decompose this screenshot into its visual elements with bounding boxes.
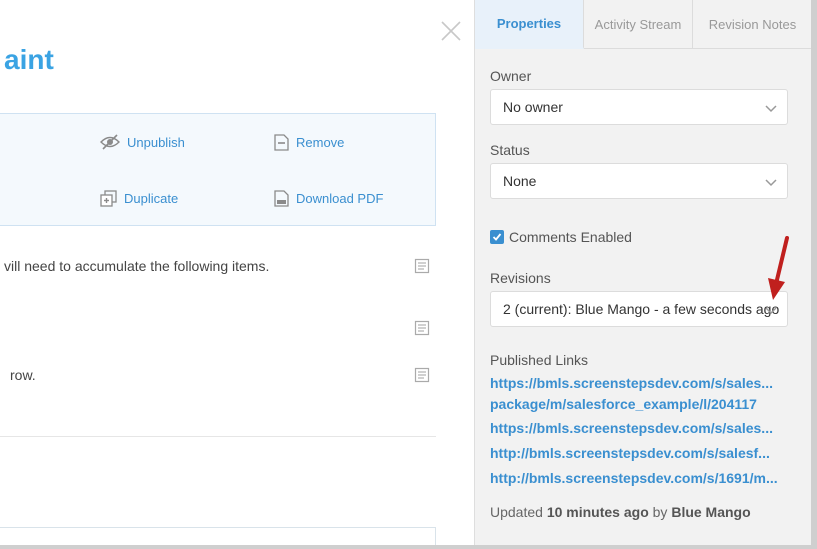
updated-prefix: Updated (490, 504, 543, 520)
comments-enabled-label: Comments Enabled (509, 229, 632, 245)
tab-revision-notes[interactable]: Revision Notes (693, 0, 811, 49)
note-icon[interactable] (414, 320, 430, 336)
owner-label: Owner (490, 68, 532, 84)
revisions-select[interactable]: 2 (current): Blue Mango - a few seconds … (490, 291, 788, 327)
pdf-file-icon (274, 190, 289, 207)
unpublish-label: Unpublish (127, 134, 185, 150)
updated-info: Updated 10 minutes ago by Blue Mango (490, 504, 751, 520)
checkbox-checked-icon (490, 230, 504, 244)
comments-enabled-checkbox[interactable]: Comments Enabled (490, 229, 632, 245)
article-actions: Unpublish Remove Duplicate Download PDF (0, 113, 436, 226)
updated-user: Blue Mango (671, 504, 751, 520)
panel-tabs: Properties Activity Stream Revision Note… (475, 0, 811, 49)
remove-button[interactable]: Remove (274, 134, 344, 151)
editor-pane: aint Unpublish Remove Duplicate Download… (0, 0, 474, 545)
download-pdf-button[interactable]: Download PDF (274, 190, 383, 207)
remove-file-icon (274, 134, 289, 151)
tab-properties[interactable]: Properties (475, 0, 584, 49)
published-link[interactable]: https://bmls.screenstepsdev.com/s/sales.… (490, 375, 790, 391)
red-arrow-icon (768, 236, 789, 300)
page-title: aint (4, 44, 54, 75)
revisions-value: 2 (current): Blue Mango - a few seconds … (503, 301, 780, 317)
chevron-down-icon (765, 307, 777, 315)
duplicate-button[interactable]: Duplicate (100, 190, 178, 207)
status-value: None (503, 173, 537, 189)
chevron-down-icon (765, 105, 777, 113)
download-pdf-label: Download PDF (296, 191, 384, 206)
note-icon[interactable] (414, 367, 430, 383)
owner-select[interactable]: No owner (490, 89, 788, 125)
published-links-label: Published Links (490, 352, 589, 368)
status-label: Status (490, 142, 530, 158)
close-icon[interactable] (440, 20, 462, 42)
owner-value: No owner (503, 99, 563, 115)
duplicate-icon (100, 190, 117, 207)
body-paragraph: row. (10, 367, 36, 383)
updated-by: by (652, 504, 668, 520)
properties-panel: Properties Activity Stream Revision Note… (474, 0, 811, 545)
published-link[interactable]: https://bmls.screenstepsdev.com/s/sales.… (490, 420, 790, 436)
published-link-continued[interactable]: package/m/salesforce_example/l/204117 (490, 396, 790, 412)
published-link[interactable]: http://bmls.screenstepsdev.com/s/salesf.… (490, 445, 790, 461)
updated-time: 10 minutes ago (546, 504, 649, 520)
eye-slash-icon (100, 134, 120, 150)
section-divider (0, 436, 436, 437)
chevron-down-icon (765, 179, 777, 187)
published-link[interactable]: http://bmls.screenstepsdev.com/s/1691/m.… (490, 470, 790, 486)
body-paragraph: vill need to accumulate the following it… (4, 258, 270, 274)
revisions-label: Revisions (490, 270, 551, 286)
status-select[interactable]: None (490, 163, 788, 199)
app-window: aint Unpublish Remove Duplicate Download… (0, 0, 817, 549)
note-icon[interactable] (414, 258, 430, 274)
duplicate-label: Duplicate (124, 191, 179, 206)
tab-activity-stream[interactable]: Activity Stream (584, 0, 693, 49)
content-field[interactable] (0, 527, 436, 545)
unpublish-button[interactable]: Unpublish (100, 134, 185, 150)
remove-label: Remove (296, 135, 345, 150)
